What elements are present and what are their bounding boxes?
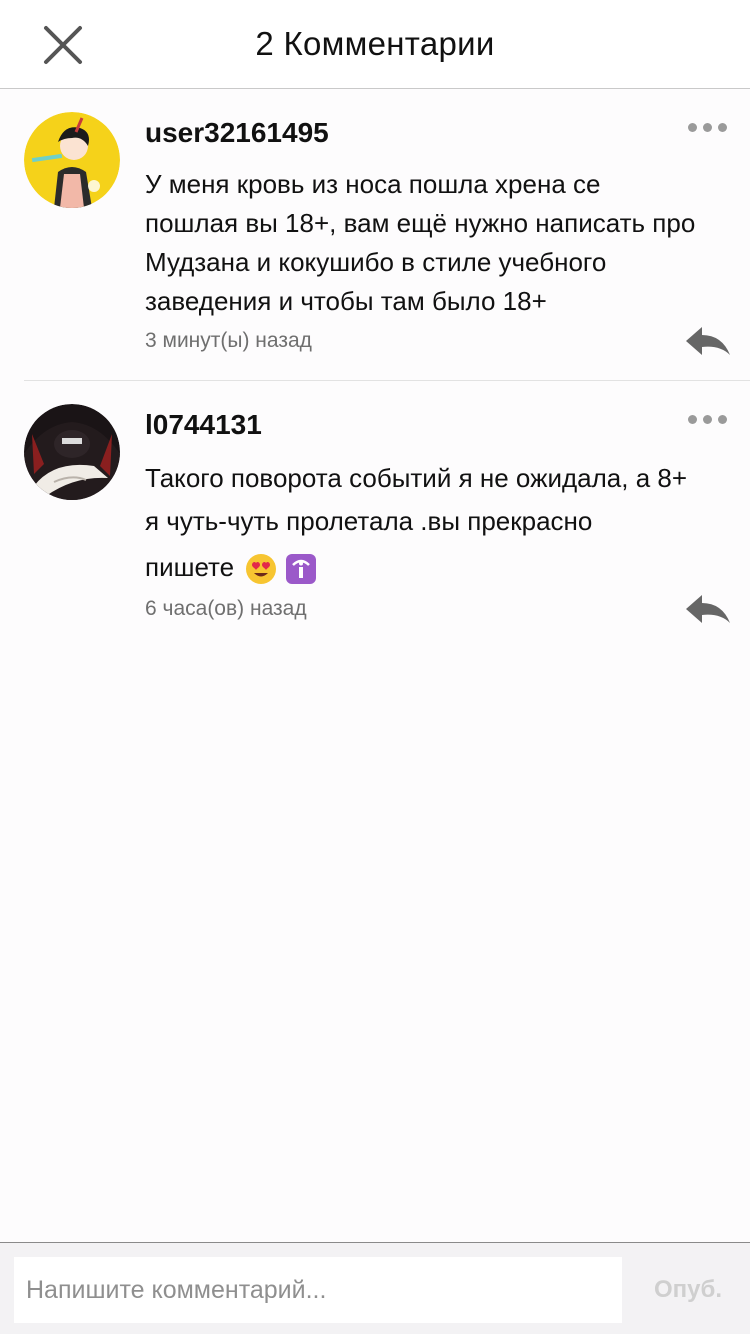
avatar[interactable] [24,112,120,208]
anime-character-avatar-dark [24,404,120,500]
header: 2 Комментарии [0,0,750,89]
comment-text-line: пошлая вы 18+, вам ещё нужно написать пр… [145,208,696,238]
reply-button[interactable] [684,592,732,626]
comment-text-line-with-emoji: пишете [145,545,735,589]
comment-username[interactable]: user32161495 [145,115,329,151]
comment-text-line: Такого поворота событий я не ожидала, а … [145,463,688,493]
reply-button[interactable] [684,324,732,358]
comment-item: user32161495 У меня кровь из носа пошла … [0,89,750,380]
comment-text-line: У меня кровь из носа пошла хрена се [145,169,601,199]
avatar[interactable] [24,404,120,500]
comment-timestamp: 3 минут(ы) назад [145,329,312,352]
comment-item: l0744131 Такого поворота событий я не ож… [0,381,750,641]
anime-character-avatar-yellow [24,112,120,208]
comment-input[interactable] [14,1257,622,1323]
info-emoji [285,554,316,585]
comment-text-line: заведения и чтобы там было 18+ [145,286,547,316]
more-dots-icon [688,415,697,424]
comment-text: У меня кровь из носа пошла хрена се пошл… [145,165,735,321]
comment-text-line: пишете [145,552,235,582]
more-options-button[interactable] [686,409,730,429]
comment-text-line: Мудзана и кокушибо в стиле учебного [145,247,607,277]
comment-timestamp: 6 часа(ов) назад [145,597,307,620]
comment-text-line: я чуть-чуть пролетала .вы прекрасно [145,506,593,536]
page-title: 2 Комментарии [255,25,495,62]
comment-composer: Опуб. [0,1242,750,1334]
more-dots-icon [688,123,697,132]
comment-username[interactable]: l0744131 [145,407,262,443]
heart-eyes-emoji [246,554,277,585]
comment-text: Такого поворота событий я не ожидала, а … [145,459,735,589]
reply-arrow-icon [686,327,730,355]
more-options-button[interactable] [686,117,730,137]
reply-arrow-icon [686,595,730,623]
comments-screen: 2 Комментарии user32161495 У меня кровь … [0,0,750,1334]
publish-button[interactable]: Опуб. [640,1257,736,1323]
